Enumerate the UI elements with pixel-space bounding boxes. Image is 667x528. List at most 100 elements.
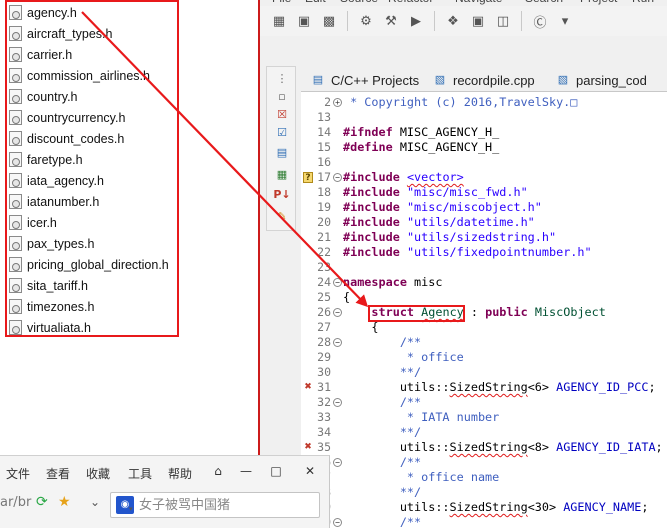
collapse-fold-icon[interactable]: − [333, 338, 342, 347]
browser-menu-item[interactable]: 工具 [128, 465, 152, 482]
code-line: * office name [343, 470, 500, 484]
file-item[interactable]: discount_codes.h [9, 128, 124, 149]
console-view-icon[interactable]: ▤ [274, 145, 290, 159]
header-file-icon [9, 173, 22, 188]
file-item[interactable]: aircraft_types.h [9, 23, 112, 44]
code-line: { [343, 290, 351, 304]
file-name: agency.h [27, 5, 77, 20]
collapse-fold-icon[interactable]: − [333, 518, 342, 527]
line-number: 29 [317, 350, 331, 364]
engine-dropdown-icon[interactable]: ▾ [129, 505, 133, 513]
browser-menu-item[interactable]: 帮助 [168, 465, 192, 482]
collapse-fold-icon[interactable]: − [333, 308, 342, 317]
code-line: namespace misc [343, 275, 443, 289]
code-line: #ifndef MISC_AGENCY_H_ [343, 125, 500, 139]
line-number: 2 [324, 95, 331, 109]
external-tools-icon[interactable]: ▣ [467, 10, 489, 32]
file-item[interactable]: pax_types.h [9, 233, 94, 254]
maximize-window-icon[interactable]: □ [266, 461, 286, 481]
file-item[interactable]: icer.h [9, 212, 57, 233]
search-input[interactable] [139, 493, 314, 517]
new-folder-icon[interactable]: ◫ [492, 10, 514, 32]
warning-marker-icon[interactable]: ? [303, 172, 313, 183]
cpp-file-icon: ▧ [434, 74, 446, 86]
file-item[interactable]: agency.h [9, 2, 77, 23]
collapse-fold-icon[interactable]: − [333, 173, 342, 182]
editor-tab[interactable]: ▧ recordpile.cpp [433, 68, 535, 92]
file-item[interactable]: countrycurrency.h [9, 107, 125, 128]
line-number: 15 [317, 140, 331, 154]
new-icon[interactable]: ▦ [268, 10, 290, 32]
debug-icon[interactable]: ❖ [442, 10, 464, 32]
menu-item[interactable]: Source [340, 0, 378, 5]
menu-item[interactable]: Edit [305, 0, 326, 5]
minimize-icon[interactable]: — [236, 461, 256, 481]
menu-item[interactable]: Refactor [388, 0, 433, 5]
browser-menu-item[interactable]: 收藏 [86, 465, 110, 482]
expand-fold-icon[interactable]: + [333, 98, 342, 107]
save-all-icon[interactable]: ▩ [318, 10, 340, 32]
file-name: commission_airlines.h [27, 68, 150, 83]
file-item[interactable]: virtualiata.h [9, 317, 91, 338]
collapse-fold-icon[interactable]: − [333, 458, 342, 467]
chevron-down-icon[interactable]: ⌄ [90, 495, 100, 509]
maximize-icon[interactable]: ▫ [274, 89, 290, 103]
error-marker-icon[interactable]: ✖ [303, 382, 313, 393]
file-item[interactable]: pricing_global_direction.h [9, 254, 169, 275]
toolbar-separator [434, 11, 435, 31]
file-name: faretype.h [27, 152, 83, 167]
browser-menu-item[interactable]: 文件 [6, 465, 30, 482]
code-editor[interactable]: 2 +13 14 15 16 17−? 18 19 20 21 22 23 24−25 26−27 28−2… [301, 92, 667, 528]
code-line: **/ [343, 365, 422, 379]
collapse-fold-icon[interactable]: − [333, 278, 342, 287]
restore-icon[interactable]: ⋮ [274, 71, 290, 85]
line-number: 19 [317, 200, 331, 214]
skin-icon[interactable]: ⌂ [208, 461, 228, 481]
file-item[interactable]: faretype.h [9, 149, 83, 170]
header-file-icon [9, 152, 22, 167]
run-icon[interactable]: ▶ [405, 10, 427, 32]
header-file-icon [9, 47, 22, 62]
browser-menu-item[interactable]: 查看 [46, 465, 70, 482]
editor-tab[interactable]: ▧ parsing_cod [556, 68, 647, 92]
tab-label: recordpile.cpp [453, 72, 535, 88]
code-line: /** [399, 335, 422, 349]
address-text[interactable]: ar/br [0, 495, 31, 510]
properties-view-icon[interactable]: ▦ [274, 167, 290, 181]
favorite-star-icon[interactable]: ★ [58, 494, 71, 510]
build-settings-icon[interactable]: ⚙ [355, 10, 377, 32]
menu-item[interactable]: Search [525, 0, 563, 5]
line-number: 34 [317, 425, 331, 439]
build-icon[interactable]: ⚒ [380, 10, 402, 32]
file-item[interactable]: country.h [9, 86, 78, 107]
file-item[interactable]: carrier.h [9, 44, 72, 65]
collapse-fold-icon[interactable]: − [333, 398, 342, 407]
close-icon[interactable]: ✕ [300, 461, 320, 481]
tasks-view-icon[interactable]: ☑ [274, 125, 290, 139]
outline-view-icon[interactable]: P↓ [273, 187, 290, 201]
code-line: /** [399, 455, 422, 469]
menu-item[interactable]: Navigate [455, 0, 502, 5]
file-item[interactable]: timezones.h [9, 296, 94, 317]
problems-view-icon[interactable]: ☒ [274, 107, 290, 121]
header-file-icon [9, 257, 22, 272]
code-line: #include "misc/miscobject.h" [343, 200, 542, 214]
search-box[interactable]: ◉ ▾ [110, 492, 320, 518]
menu-item[interactable]: Project [580, 0, 617, 5]
new-class-icon[interactable]: Ⓒ [529, 10, 551, 32]
dropdown-icon[interactable]: ▾ [554, 10, 576, 32]
error-marker-icon[interactable]: ✖ [303, 442, 313, 453]
editor-tab[interactable]: ▤ C/C++ Projects [311, 68, 419, 92]
refresh-icon[interactable]: ⟳ [36, 494, 48, 510]
header-file-icon [9, 26, 22, 41]
file-item[interactable]: iata_agency.h [9, 170, 104, 191]
file-item[interactable]: iatanumber.h [9, 191, 99, 212]
editor-tab-bar: ▤ C/C++ Projects ▧ recordpile.cpp ▧ parsing_c… [301, 66, 667, 92]
menu-item[interactable]: Run [632, 0, 654, 5]
file-item[interactable]: sita_tariff.h [9, 275, 88, 296]
file-name: carrier.h [27, 47, 73, 62]
bookmarks-view-icon[interactable]: ✎ [274, 209, 290, 223]
file-item[interactable]: commission_airlines.h [9, 65, 150, 86]
save-icon[interactable]: ▣ [293, 10, 315, 32]
menu-item[interactable]: File [272, 0, 291, 5]
